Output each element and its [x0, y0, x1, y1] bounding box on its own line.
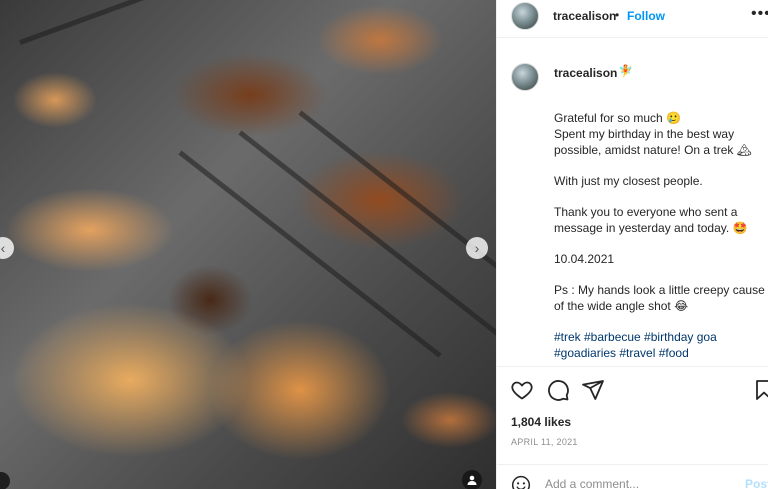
grill-bar [19, 0, 209, 45]
heart-icon[interactable] [510, 378, 534, 402]
caption-line: With just my closest people. [554, 174, 703, 188]
caption-line: Spent my birthday in the best way possib… [554, 127, 752, 157]
caption-date: 10.04.2021 [554, 252, 615, 266]
avatar[interactable] [511, 63, 539, 91]
grill-bar [298, 110, 496, 318]
post-header: tracealison • Follow ••• [497, 0, 768, 38]
chevron-right-icon[interactable]: › [466, 237, 488, 259]
caption-username[interactable]: tracealison [554, 66, 617, 80]
comment-input[interactable] [545, 477, 735, 489]
chevron-left-icon[interactable]: ‹ [0, 237, 14, 259]
fairy-emoji-icon: 🧚 [618, 64, 633, 78]
caption-text: Grateful for so much 🥲 Spent my birthday… [554, 110, 766, 361]
emoji-icon[interactable] [511, 475, 531, 489]
username-link[interactable]: tracealison [553, 9, 616, 23]
caption-line: Grateful for so much 🥲 [554, 111, 681, 125]
follow-button[interactable]: Follow [627, 9, 665, 23]
post-date: APRIL 11, 2021 [511, 437, 578, 447]
user-tag-icon[interactable] [462, 470, 482, 489]
more-options-icon[interactable]: ••• [751, 5, 768, 23]
grill-bar [178, 150, 442, 358]
comment-bar: Post [497, 464, 768, 489]
avatar[interactable] [511, 2, 539, 30]
comment-icon[interactable] [546, 378, 570, 402]
separator-dot: • [615, 8, 620, 22]
user-tag-icon[interactable] [0, 472, 10, 489]
hashtag-links[interactable]: #trek #barbecue #birthday goa [554, 330, 717, 344]
bookmark-icon[interactable] [752, 378, 768, 402]
post-photo[interactable]: ‹ › [0, 0, 496, 489]
post-actions: 1,804 likes APRIL 11, 2021 Post [497, 366, 768, 489]
caption-area: tracealison 🧚 Grateful for so much 🥲 Spe… [497, 38, 768, 366]
likes-count[interactable]: 1,804 likes [511, 415, 571, 429]
share-icon[interactable] [581, 378, 605, 402]
hashtag-links[interactable]: #goadiaries #travel #food [554, 346, 689, 360]
caption-line: Ps : My hands look a little creepy cause… [554, 283, 765, 313]
post-side-panel: tracealison • Follow ••• tracealison 🧚 G… [496, 0, 768, 489]
post-comment-button[interactable]: Post [745, 477, 768, 489]
caption-line: Thank you to everyone who sent a message… [554, 205, 748, 235]
